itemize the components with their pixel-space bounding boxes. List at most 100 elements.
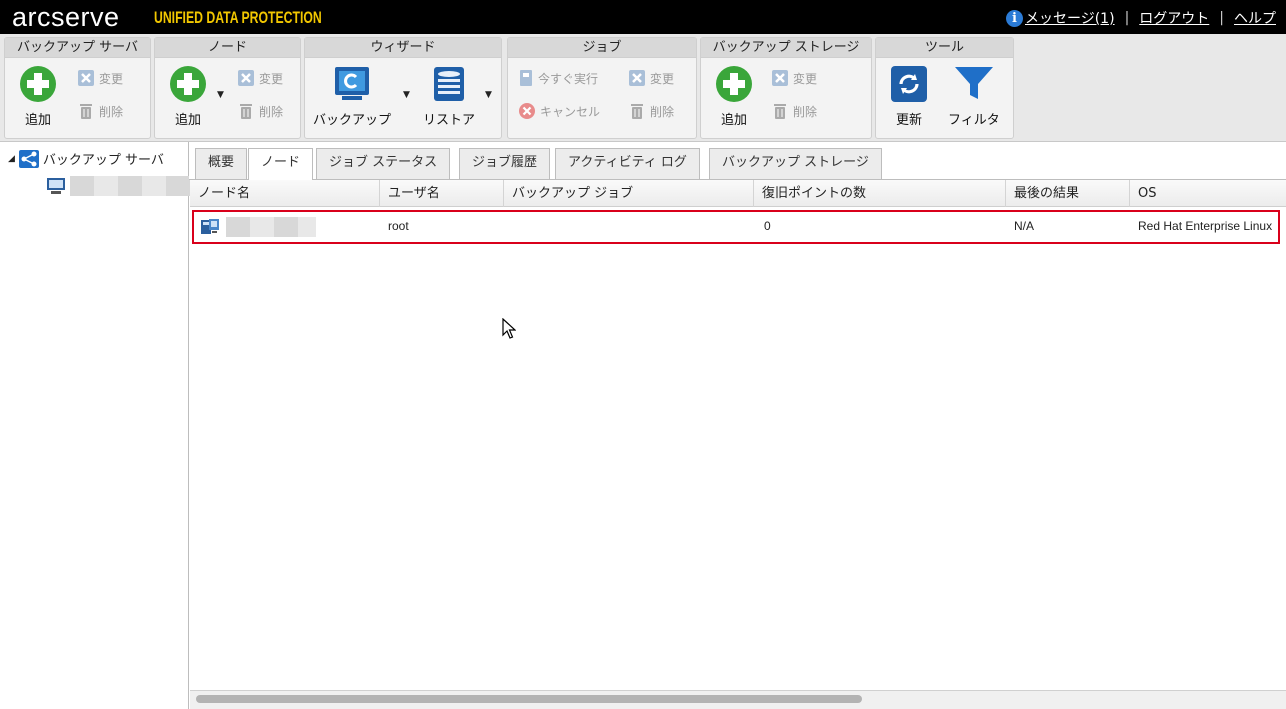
tab-overview[interactable]: 概要	[195, 148, 248, 179]
modify-job-button[interactable]: 変更	[628, 69, 674, 87]
run-now-icon	[520, 70, 532, 86]
cell-user-name: root	[388, 219, 409, 233]
column-header-os[interactable]: OS	[1130, 180, 1286, 207]
tab-nodes[interactable]: ノード	[248, 148, 314, 180]
tree-root-backup-server[interactable]: ◢ バックアップ サーバ	[8, 149, 164, 168]
modify-label: 変更	[793, 71, 818, 86]
cancel-icon	[519, 103, 535, 119]
column-header-recovery-points[interactable]: 復旧ポイントの数	[754, 180, 1006, 207]
info-icon[interactable]: i	[1006, 9, 1023, 27]
computer-icon	[47, 178, 65, 194]
delete-job-button[interactable]: 削除	[628, 102, 674, 120]
group-title: ジョブ	[508, 38, 696, 58]
cancel-job-button[interactable]: キャンセル	[518, 102, 600, 120]
group-tools: ツール 更新 フィルタ	[875, 37, 1014, 139]
chevron-down-icon[interactable]: ▼	[217, 90, 224, 100]
add-icon	[20, 66, 56, 102]
run-now-button[interactable]: 今すぐ実行	[518, 69, 598, 87]
group-backup-storage: バックアップ ストレージ 追加 変更 削除	[700, 37, 872, 139]
delete-label: 削除	[259, 104, 284, 119]
app-logo: arcserve	[12, 2, 120, 32]
app-header: arcserve UNIFIED DATA PROTECTION i メッセージ…	[0, 0, 1286, 34]
server-tree: ◢ バックアップ サーバ	[0, 142, 190, 709]
add-icon	[716, 66, 752, 102]
expand-triangle-icon[interactable]: ◢	[8, 154, 15, 164]
mouse-cursor-icon	[502, 318, 516, 339]
cancel-label: キャンセル	[540, 104, 601, 119]
cell-last-result: N/A	[1014, 219, 1035, 233]
table-row[interactable]: root 0 N/A Red Hat Enterprise Linux	[192, 210, 1280, 244]
modify-icon	[629, 70, 645, 86]
tab-activity-log[interactable]: アクティビティ ログ	[555, 148, 700, 179]
trash-icon	[774, 104, 786, 119]
add-icon	[170, 66, 206, 102]
refresh-button[interactable]: 更新	[890, 65, 928, 128]
messages-link[interactable]: メッセージ(1)	[1025, 8, 1115, 28]
chevron-down-icon[interactable]: ▼	[485, 90, 492, 100]
refresh-icon	[891, 66, 927, 102]
restore-label: リストア	[423, 113, 476, 128]
restore-wizard-button[interactable]: リストア	[423, 65, 475, 128]
help-link[interactable]: ヘルプ	[1234, 8, 1276, 28]
header-links: i メッセージ(1) | ログアウト | ヘルプ	[1006, 8, 1276, 28]
modify-label: 変更	[99, 71, 124, 86]
header-separator: |	[1219, 10, 1224, 26]
redacted-server-name	[70, 176, 190, 196]
toolbar-ribbon: バックアップ サーバ 追加 変更 削除 ノード 追加 ▼ 変更 削除 ウィザード…	[0, 34, 1286, 142]
trash-icon	[631, 104, 643, 119]
modify-icon	[772, 70, 788, 86]
modify-icon	[78, 70, 94, 86]
add-node-button[interactable]: 追加	[169, 65, 207, 128]
refresh-label: 更新	[895, 113, 922, 128]
filter-label: フィルタ	[948, 113, 1000, 128]
group-title: ノード	[155, 38, 300, 58]
tab-bar: 概要 ノード ジョブ ステータス ジョブ履歴 アクティビティ ログ バックアップ…	[189, 142, 1286, 180]
tab-job-status[interactable]: ジョブ ステータス	[316, 148, 451, 179]
group-title: バックアップ ストレージ	[701, 38, 871, 58]
modify-storage-button[interactable]: 変更	[771, 69, 817, 87]
column-header-last-result[interactable]: 最後の結果	[1006, 180, 1130, 207]
column-header-node-name[interactable]: ノード名	[190, 180, 380, 207]
chevron-down-icon[interactable]: ▼	[403, 90, 410, 100]
delete-label: 削除	[650, 104, 675, 119]
group-wizard: ウィザード バックアップ ▼ リストア ▼	[304, 37, 502, 139]
delete-label: 削除	[793, 104, 818, 119]
tree-item-server[interactable]	[46, 176, 190, 196]
backup-server-icon	[18, 149, 39, 168]
backup-icon	[335, 67, 369, 100]
add-storage-button[interactable]: 追加	[715, 65, 753, 128]
delete-node-button[interactable]: 削除	[237, 102, 283, 120]
delete-backup-server-button[interactable]: 削除	[77, 102, 123, 120]
group-job: ジョブ 今すぐ実行 変更 キャンセル 削除	[507, 37, 697, 139]
cell-node-name	[200, 212, 380, 242]
modify-backup-server-button[interactable]: 変更	[77, 69, 123, 87]
backup-wizard-button[interactable]: バックアップ	[313, 65, 391, 128]
modify-label: 変更	[259, 71, 284, 86]
horizontal-scrollbar[interactable]	[190, 690, 1286, 709]
group-title: ウィザード	[305, 38, 501, 58]
group-title: バックアップ サーバ	[5, 38, 150, 58]
node-icon	[201, 219, 219, 234]
filter-button[interactable]: フィルタ	[948, 65, 1000, 128]
tree-root-label: バックアップ サーバ	[42, 153, 164, 168]
delete-storage-button[interactable]: 削除	[771, 102, 817, 120]
modify-icon	[238, 70, 254, 86]
group-title: ツール	[876, 38, 1013, 58]
cell-os: Red Hat Enterprise Linux	[1138, 219, 1273, 233]
column-header-backup-job[interactable]: バックアップ ジョブ	[504, 180, 754, 207]
cell-backup-job	[512, 212, 752, 242]
trash-icon	[240, 104, 252, 119]
column-header-user-name[interactable]: ユーザ名	[380, 180, 504, 207]
node-grid: ノード名 ユーザ名 バックアップ ジョブ 復旧ポイントの数 最後の結果 OS r…	[190, 180, 1286, 690]
filter-icon	[954, 67, 993, 99]
run-now-label: 今すぐ実行	[538, 71, 599, 86]
trash-icon	[80, 104, 92, 119]
logout-link[interactable]: ログアウト	[1139, 8, 1209, 28]
add-backup-server-button[interactable]: 追加	[19, 65, 57, 128]
tab-job-history[interactable]: ジョブ履歴	[459, 148, 551, 179]
add-label: 追加	[174, 113, 201, 128]
scrollbar-thumb[interactable]	[196, 695, 862, 703]
grid-header: ノード名 ユーザ名 バックアップ ジョブ 復旧ポイントの数 最後の結果 OS	[190, 180, 1286, 207]
modify-node-button[interactable]: 変更	[237, 69, 283, 87]
tab-backup-storage[interactable]: バックアップ ストレージ	[709, 148, 882, 179]
